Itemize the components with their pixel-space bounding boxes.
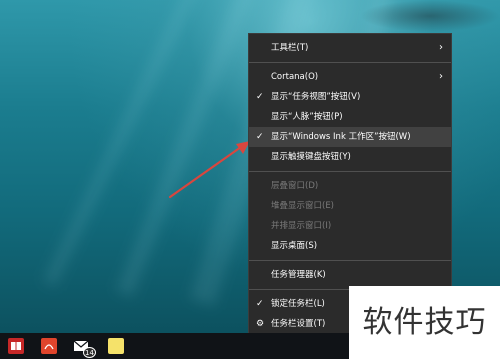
menu-item-label: Cortana(O) — [271, 72, 319, 82]
menu-item-label: 显示触摸键盘按钮(Y) — [271, 152, 351, 162]
watermark: 软件技巧 — [349, 286, 500, 359]
book-app-icon[interactable] — [8, 338, 24, 354]
menu-separator — [249, 171, 451, 172]
menu-item-label: 并排显示窗口(I) — [271, 221, 332, 231]
menu-item[interactable]: 显示触摸键盘按钮(Y) — [249, 147, 451, 167]
menu-separator — [249, 62, 451, 63]
menu-separator — [249, 260, 451, 261]
menu-item: 层叠窗口(D) — [249, 176, 451, 196]
menu-item-label: 显示“Windows Ink 工作区”按钮(W) — [271, 132, 411, 142]
menu-item: 堆叠显示窗口(E) — [249, 196, 451, 216]
check-icon: ✓ — [256, 92, 264, 102]
swimmer-silhouette — [360, 0, 500, 32]
menu-item-label: 显示桌面(S) — [271, 241, 318, 251]
menu-item[interactable]: 显示“人脉”按钮(P) — [249, 107, 451, 127]
check-icon: ✓ — [256, 132, 264, 142]
menu-item[interactable]: 工具栏(T) › — [249, 38, 451, 58]
menu-item-label: 任务栏设置(T) — [271, 319, 326, 329]
menu-item-label: 层叠窗口(D) — [271, 181, 319, 191]
menu-item-label: 工具栏(T) — [271, 43, 309, 53]
pdf-app-icon[interactable] — [41, 338, 57, 354]
menu-item[interactable]: 显示桌面(S) — [249, 236, 451, 256]
menu-item-label: 显示“人脉”按钮(P) — [271, 112, 343, 122]
menu-item[interactable]: ✓ 显示“Windows Ink 工作区”按钮(W) — [249, 127, 451, 147]
menu-item-label: 任务管理器(K) — [271, 270, 326, 280]
menu-item[interactable]: Cortana(O) › — [249, 67, 451, 87]
check-icon: ✓ — [256, 299, 264, 309]
gear-icon: ⚙ — [256, 319, 265, 329]
menu-item: 并排显示窗口(I) — [249, 216, 451, 236]
mail-badge: 14 — [83, 347, 96, 358]
chevron-right-icon: › — [439, 42, 443, 53]
chevron-right-icon: › — [439, 71, 443, 82]
menu-item-label: 堆叠显示窗口(E) — [271, 201, 335, 211]
menu-item-label: 显示“任务视图”按钮(V) — [271, 92, 361, 102]
menu-item[interactable]: 任务管理器(K) — [249, 265, 451, 285]
sticky-notes-icon[interactable] — [108, 338, 124, 354]
menu-item-label: 锁定任务栏(L) — [271, 299, 325, 309]
menu-item[interactable]: ✓ 显示“任务视图”按钮(V) — [249, 87, 451, 107]
